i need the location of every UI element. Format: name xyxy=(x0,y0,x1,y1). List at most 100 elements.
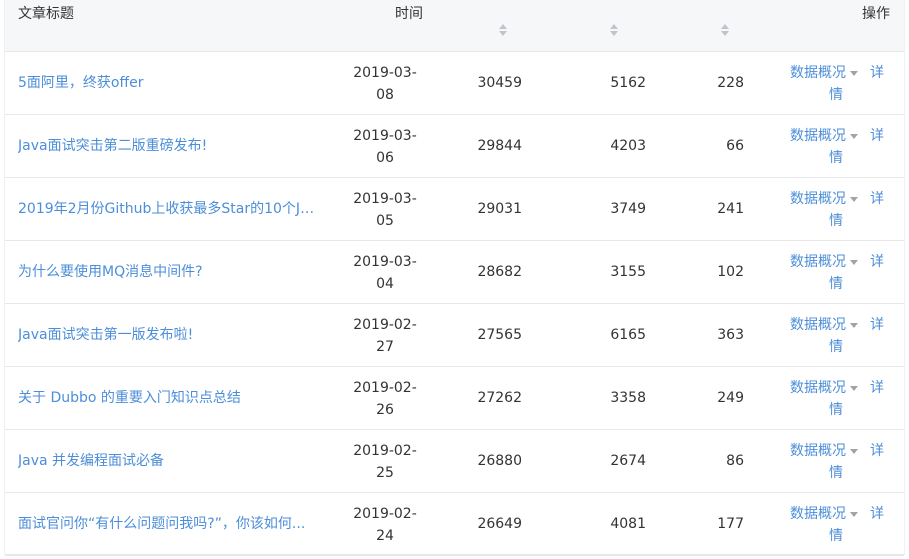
table-row: 为什么要使用MQ消息中间件? 2019-03- 04 28682 3155 102 数据概况… xyxy=(5,241,904,304)
article-title-link[interactable]: 面试官问你“有什么问题问我吗?”，你该如何... xyxy=(18,514,318,534)
col2-count: 6165 xyxy=(610,327,646,343)
table-row: Java面试突击第二版重磅发布! 2019-03- 06 29844 4203 66 数据概… xyxy=(5,115,904,178)
publish-date-line2: 27 xyxy=(376,339,394,355)
detail-link-continued[interactable]: 情 xyxy=(829,399,843,421)
publish-date-line1: 2019-03- xyxy=(353,254,417,270)
article-title-link[interactable]: Java 并发编程面试必备 xyxy=(18,451,318,471)
sort-col2-icon[interactable] xyxy=(610,24,618,38)
data-overview-label: 数据概况 xyxy=(790,128,846,144)
article-title-link[interactable]: 5面阿里，终获offer xyxy=(18,73,318,93)
views-count: 26649 xyxy=(477,516,522,532)
data-overview-dropdown[interactable]: 数据概况 xyxy=(790,62,858,84)
publish-date: 2019-02- 27 xyxy=(345,314,425,358)
publish-date: 2019-03- 05 xyxy=(345,188,425,232)
publish-date-line2: 06 xyxy=(376,150,394,166)
table-row: 关于 Dubbo 的重要入门知识点总结 2019-02- 26 27262 3358 24… xyxy=(5,367,904,430)
caret-down-icon xyxy=(850,133,858,139)
header-time: 时间 xyxy=(395,6,423,22)
data-overview-label: 数据概况 xyxy=(790,506,846,522)
detail-link[interactable]: 详 xyxy=(870,251,884,273)
data-overview-dropdown[interactable]: 数据概况 xyxy=(790,314,858,336)
publish-date: 2019-03- 04 xyxy=(345,251,425,295)
col2-count: 3155 xyxy=(610,264,646,280)
col3-count: 228 xyxy=(717,75,744,91)
data-overview-dropdown[interactable]: 数据概况 xyxy=(790,377,858,399)
col2-count: 4203 xyxy=(610,138,646,154)
detail-link[interactable]: 详 xyxy=(870,440,884,462)
col2-count: 2674 xyxy=(610,453,646,469)
publish-date-line1: 2019-02- xyxy=(353,443,417,459)
detail-link[interactable]: 详 xyxy=(870,62,884,84)
data-overview-label: 数据概况 xyxy=(790,380,846,396)
caret-down-icon xyxy=(850,70,858,76)
data-overview-dropdown[interactable]: 数据概况 xyxy=(790,125,858,147)
table-row: Java面试突击第一版发布啦! 2019-02- 27 27565 6165 363 数据概… xyxy=(5,304,904,367)
detail-link[interactable]: 详 xyxy=(870,188,884,210)
detail-link-continued[interactable]: 情 xyxy=(829,210,843,232)
detail-link[interactable]: 详 xyxy=(870,503,884,525)
publish-date: 2019-02- 25 xyxy=(345,440,425,484)
publish-date-line2: 25 xyxy=(376,465,394,481)
table-row: 5面阿里，终获offer 2019-03- 08 30459 5162 228 数据概况 详情 xyxy=(5,52,904,115)
col2-count: 5162 xyxy=(610,75,646,91)
data-overview-label: 数据概况 xyxy=(790,191,846,207)
data-overview-dropdown[interactable]: 数据概况 xyxy=(790,188,858,210)
article-title-link[interactable]: 2019年2月份Github上收获最多Star的10个Ja... xyxy=(18,199,318,219)
table-row: 2019年2月份Github上收获最多Star的10个Ja... 2019-03-… xyxy=(5,178,904,241)
table-row: Java 并发编程面试必备 2019-02- 25 26880 2674 86 数据概况 详情 xyxy=(5,430,904,493)
article-title-link[interactable]: 为什么要使用MQ消息中间件? xyxy=(18,262,318,282)
detail-link[interactable]: 详 xyxy=(870,314,884,336)
sort-views-icon[interactable] xyxy=(499,24,507,38)
publish-date-line2: 08 xyxy=(376,87,394,103)
detail-link[interactable]: 详 xyxy=(870,377,884,399)
publish-date-line1: 2019-03- xyxy=(353,191,417,207)
article-title-link[interactable]: 关于 Dubbo 的重要入门知识点总结 xyxy=(18,388,318,408)
detail-link-continued[interactable]: 情 xyxy=(829,525,843,547)
caret-down-icon xyxy=(850,385,858,391)
data-overview-label: 数据概况 xyxy=(790,443,846,459)
views-count: 30459 xyxy=(477,75,522,91)
caret-down-icon xyxy=(850,322,858,328)
sort-col3-icon[interactable] xyxy=(721,24,729,38)
publish-date: 2019-03- 06 xyxy=(345,125,425,169)
col3-count: 66 xyxy=(726,138,744,154)
views-count: 27262 xyxy=(477,390,522,406)
data-overview-dropdown[interactable]: 数据概况 xyxy=(790,440,858,462)
detail-link-continued[interactable]: 情 xyxy=(829,147,843,169)
data-overview-dropdown[interactable]: 数据概况 xyxy=(790,503,858,525)
col2-count: 4081 xyxy=(610,516,646,532)
detail-link-continued[interactable]: 情 xyxy=(829,273,843,295)
data-overview-dropdown[interactable]: 数据概况 xyxy=(790,251,858,273)
publish-date: 2019-02- 26 xyxy=(345,377,425,421)
data-overview-label: 数据概况 xyxy=(790,317,846,333)
publish-date-line1: 2019-02- xyxy=(353,317,417,333)
publish-date-line1: 2019-02- xyxy=(353,506,417,522)
col3-count: 102 xyxy=(717,264,744,280)
publish-date-line2: 26 xyxy=(376,402,394,418)
detail-link[interactable]: 详 xyxy=(870,125,884,147)
publish-date: 2019-03- 08 xyxy=(345,62,425,106)
views-count: 29031 xyxy=(477,201,522,217)
views-count: 26880 xyxy=(477,453,522,469)
views-count: 27565 xyxy=(477,327,522,343)
table-row: 面试官问你“有什么问题问我吗?”，你该如何... 2019-02- 24 26649 4… xyxy=(5,493,904,556)
detail-link-continued[interactable]: 情 xyxy=(829,84,843,106)
col3-count: 363 xyxy=(717,327,744,343)
detail-link-continued[interactable]: 情 xyxy=(829,462,843,484)
caret-down-icon xyxy=(850,259,858,265)
publish-date-line2: 05 xyxy=(376,213,394,229)
caret-down-icon xyxy=(850,448,858,454)
data-overview-label: 数据概况 xyxy=(790,65,846,81)
publish-date-line1: 2019-03- xyxy=(353,65,417,81)
article-title-link[interactable]: Java面试突击第一版发布啦! xyxy=(18,325,318,345)
views-count: 28682 xyxy=(477,264,522,280)
col3-count: 86 xyxy=(726,453,744,469)
table-header: 文章标题 时间 操作 xyxy=(5,0,904,52)
publish-date: 2019-02- 24 xyxy=(345,503,425,547)
detail-link-continued[interactable]: 情 xyxy=(829,336,843,358)
publish-date-line2: 24 xyxy=(376,528,394,544)
data-overview-label: 数据概况 xyxy=(790,254,846,270)
views-count: 29844 xyxy=(477,138,522,154)
header-actions: 操作 xyxy=(862,6,890,22)
article-title-link[interactable]: Java面试突击第二版重磅发布! xyxy=(18,136,318,156)
